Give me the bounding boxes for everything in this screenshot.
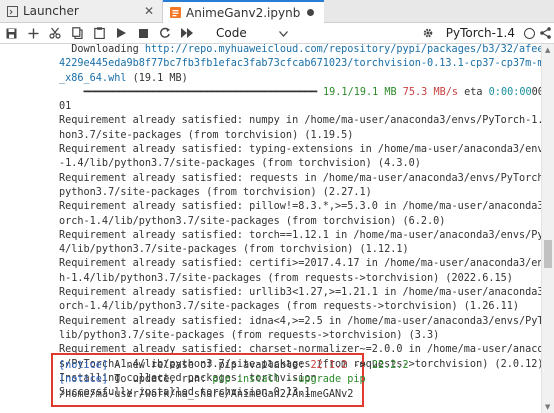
pip-upgrade-command: pip install --upgrade pip bbox=[212, 374, 366, 386]
notice-line-2: To update, run: bbox=[108, 374, 213, 386]
chevron-down-icon bbox=[279, 26, 288, 40]
notebook-icon bbox=[170, 7, 181, 18]
output-line: Requirement already satisfied: typing-ex… bbox=[59, 144, 541, 156]
eta-tail: 00:0100: bbox=[531, 86, 541, 98]
output-line: lib/python3.7/site-packages (from reques… bbox=[59, 329, 440, 341]
fast-forward-icon[interactable] bbox=[176, 23, 198, 43]
cell-type-value: Code bbox=[216, 26, 247, 40]
tab-notebook-label: AnimeGanv2.ipynb bbox=[186, 5, 301, 20]
output-line: Requirement already satisfied: pillow!=8… bbox=[59, 201, 541, 213]
tab-launcher[interactable]: Launcher ✕ bbox=[0, 0, 163, 22]
output-line: 4/lib/python3.7/site-packages (from torc… bbox=[59, 244, 409, 256]
tab-bar: Launcher ✕ AnimeGanv2.ipynb bbox=[0, 0, 554, 23]
new-version: 22.2.2 bbox=[371, 360, 409, 371]
package-url-line-3[interactable]: _x86_64.whl bbox=[59, 73, 126, 84]
output-line: hon3.7/site-packages (from torchvision) … bbox=[59, 129, 354, 141]
output-line: Requirement already satisfied: urllib3<1… bbox=[59, 287, 541, 299]
restart-icon[interactable] bbox=[154, 23, 176, 43]
package-url-line-2[interactable]: 4229e445eda9b8f77bc7fb3fb1efac3fab73cfca… bbox=[59, 58, 541, 69]
downloading-label: Downloading bbox=[71, 44, 139, 55]
cell-output: Downloading http://repo.myhuaweicloud.co… bbox=[0, 44, 541, 413]
close-icon[interactable]: ✕ bbox=[144, 4, 154, 18]
output-line: Requirement already satisfied: torch==1.… bbox=[59, 229, 541, 241]
unsaved-indicator-icon[interactable] bbox=[307, 9, 314, 16]
output-line: python3.7/site-packages (from torchvisio… bbox=[59, 186, 372, 198]
kernel-idle-icon bbox=[524, 27, 535, 39]
eta-value: 0:00:00 bbox=[488, 86, 532, 98]
notice-line-1: A new release of pip available: bbox=[108, 360, 311, 371]
run-icon[interactable] bbox=[110, 23, 132, 43]
gear-icon[interactable] bbox=[422, 27, 434, 39]
working-directory: /home/ma-user/work/ma_share/AnimeGan2/An… bbox=[59, 388, 354, 400]
progress-speed: 75.3 MB/s bbox=[402, 86, 458, 98]
scroll-down-arrow-icon[interactable]: ▼ bbox=[545, 403, 550, 411]
output-line: orch-1.4/lib/python3.7/site-packages (fr… bbox=[59, 301, 520, 313]
output-line: orch-1.4/lib/python3.7/site-packages (fr… bbox=[59, 215, 446, 227]
share-icon[interactable] bbox=[540, 27, 551, 39]
copy-icon[interactable] bbox=[66, 23, 88, 43]
output-scrollbar[interactable]: ▲ ▼ bbox=[541, 44, 554, 413]
pip-notice-text: [notice] A new release of pip available:… bbox=[59, 359, 409, 402]
output-line: h-1.4/lib/python3.7/site-packages (from … bbox=[59, 272, 513, 284]
tab-notebook[interactable]: AnimeGanv2.ipynb bbox=[163, 0, 324, 23]
scrollbar-thumb[interactable] bbox=[544, 240, 552, 268]
tab-launcher-label: Launcher bbox=[23, 4, 79, 18]
output-line: Requirement already satisfied: idna<4,>=… bbox=[59, 315, 541, 327]
cut-icon[interactable] bbox=[44, 23, 66, 43]
launcher-icon bbox=[7, 5, 18, 17]
add-icon[interactable] bbox=[22, 23, 44, 43]
version-arrow: -> bbox=[347, 360, 372, 371]
output-line: Requirement already satisfied: numpy in … bbox=[59, 115, 541, 127]
cell-type-select[interactable]: Code bbox=[212, 26, 292, 40]
progress-bar: ━━━━━━━━━━━━━━━━━━━━━━━━━━━━━━━━━━━━━━━━ bbox=[83, 86, 318, 98]
stop-icon[interactable] bbox=[132, 23, 154, 43]
download-size: (19.1 MB) bbox=[132, 72, 188, 84]
package-url-line-1[interactable]: http://repo.myhuaweicloud.com/repository… bbox=[145, 44, 541, 55]
eta-label: eta bbox=[464, 86, 483, 98]
pip-notice-box: [notice] A new release of pip available:… bbox=[51, 353, 409, 407]
download-lines: Downloading http://repo.myhuaweicloud.co… bbox=[59, 44, 541, 400]
notice-tag: [notice] bbox=[59, 360, 109, 371]
kernel-status: PyTorch-1.4 bbox=[422, 23, 554, 43]
save-icon[interactable] bbox=[0, 23, 22, 43]
output-line: Requirement already satisfied: certifi>=… bbox=[59, 258, 541, 270]
paste-icon[interactable] bbox=[88, 23, 110, 43]
old-version: 22.1.2 bbox=[310, 360, 348, 371]
progress-size: 19.1/19.1 MB bbox=[323, 86, 397, 98]
kernel-name[interactable]: PyTorch-1.4 bbox=[446, 26, 515, 40]
output-line: Requirement already satisfied: requests … bbox=[59, 172, 541, 184]
scroll-up-arrow-icon[interactable]: ▲ bbox=[545, 46, 550, 54]
output-line: -1.4/lib/python3.7/site-packages (from t… bbox=[59, 158, 421, 170]
notebook-toolbar: Code PyTorch-1.4 bbox=[0, 23, 554, 44]
notice-tag: [notice] bbox=[59, 374, 109, 386]
wrap-text: 01 bbox=[59, 101, 72, 113]
